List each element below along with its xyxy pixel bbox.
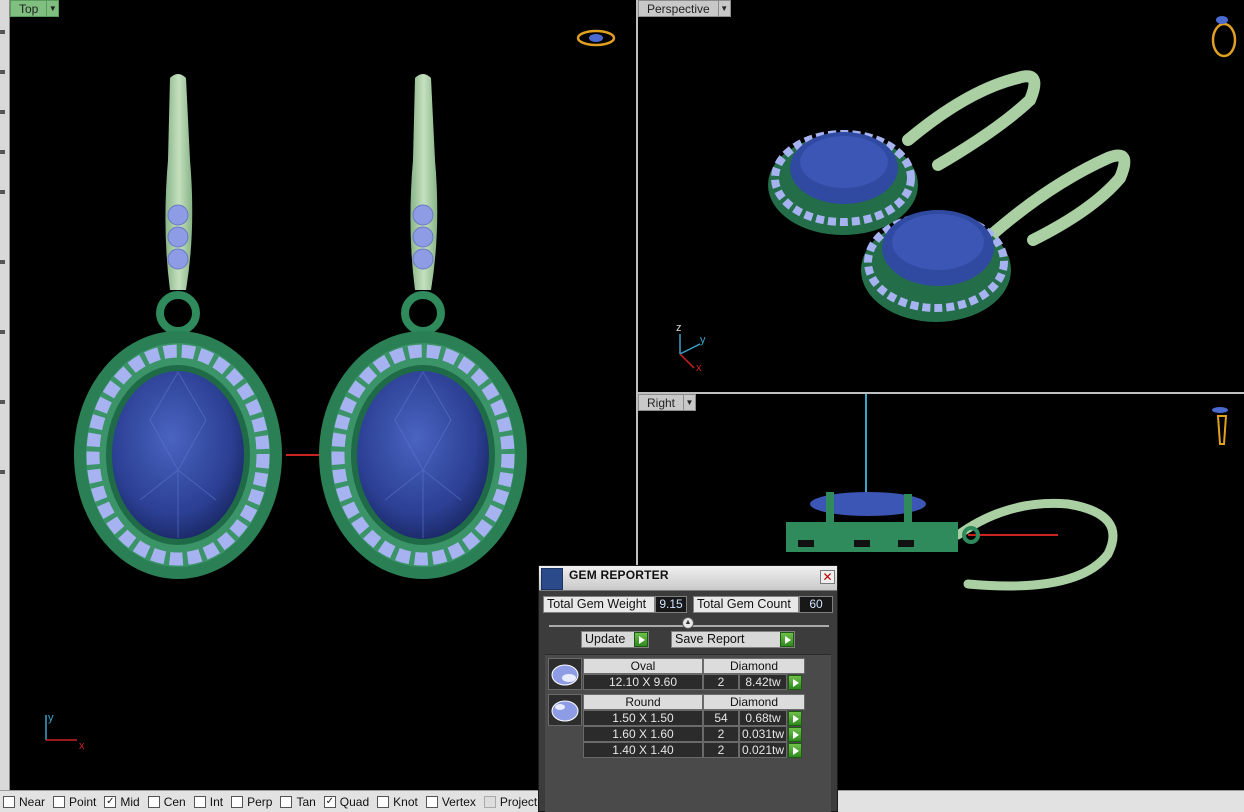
- viewport-tab-top-label: Top: [10, 0, 48, 17]
- rhino-workspace: Top ▼ y x Perspective ▼ z y x Right ▼ Ne…: [0, 0, 1244, 812]
- total-gem-count-label: Total Gem Count: [693, 596, 799, 613]
- update-button-label: Update: [585, 632, 626, 646]
- osnap-knot[interactable]: Knot: [377, 795, 418, 809]
- total-gem-weight-label: Total Gem Weight: [543, 596, 655, 613]
- gem-count-cell: 2: [703, 742, 739, 758]
- viewport-perspective[interactable]: Perspective ▼ z y x: [638, 0, 1244, 392]
- total-gem-weight-value: 9.15: [655, 596, 687, 613]
- osnap-label: Tan: [296, 794, 316, 809]
- group-2-shape: Round: [583, 694, 703, 710]
- close-icon[interactable]: ✕: [820, 570, 835, 584]
- round-gem-icon: [548, 694, 582, 726]
- checkbox[interactable]: [53, 795, 66, 808]
- axis-x-label: x: [696, 362, 702, 374]
- osnap-label: Cen: [163, 794, 186, 809]
- chevron-down-icon[interactable]: ▼: [684, 394, 697, 411]
- gem-reporter-logo-icon: [541, 568, 563, 590]
- osnap-label: Mid: [120, 794, 140, 809]
- osnap-label: Vertex: [441, 794, 476, 809]
- checkbox[interactable]: [147, 795, 160, 808]
- checkbox[interactable]: [483, 795, 496, 808]
- earring-perspective-1: [768, 130, 918, 235]
- select-gem-row-icon[interactable]: [788, 727, 802, 742]
- gem-reporter-title: GEM REPORTER: [569, 568, 669, 582]
- osnap-label: Int: [209, 794, 224, 809]
- save-report-button[interactable]: Save Report: [671, 631, 795, 648]
- gem-weight-cell: 8.42tw: [739, 674, 787, 690]
- chevron-up-icon[interactable]: ▲: [682, 617, 694, 629]
- osnap-label: Point: [69, 794, 97, 809]
- ring-icon: [576, 29, 616, 47]
- viewport-tab-perspective-label: Perspective: [638, 0, 719, 17]
- ring-perspective-icon: [1211, 16, 1237, 58]
- total-gem-count-value: 60: [799, 596, 833, 613]
- group-2-material: Diamond: [703, 694, 805, 710]
- osnap-perp[interactable]: Perp: [231, 795, 272, 809]
- chevron-down-icon[interactable]: ▼: [718, 0, 731, 17]
- osnap-cen[interactable]: Cen: [147, 794, 186, 809]
- osnap-label: Knot: [393, 794, 418, 809]
- update-play-icon[interactable]: [634, 632, 648, 647]
- osnap-int[interactable]: Int: [193, 794, 224, 809]
- gem-count-cell: 54: [703, 710, 739, 726]
- checkbox[interactable]: [425, 795, 438, 808]
- axis-y-label: y: [48, 712, 54, 724]
- save-report-button-label: Save Report: [675, 632, 745, 646]
- gem-reporter-panel: GEM REPORTER ✕ Total Gem Weight 9.15 Tot…: [538, 565, 838, 812]
- checkbox[interactable]: ✓: [104, 795, 117, 808]
- gem-count-cell: 2: [703, 726, 739, 742]
- gem-weight-cell: 0.68tw: [739, 710, 787, 726]
- group-1-material: Diamond: [703, 658, 805, 674]
- checkbox[interactable]: [280, 795, 293, 808]
- statusbar-right-area: [838, 790, 1244, 812]
- osnap-tan[interactable]: Tan: [280, 794, 316, 809]
- osnap-mid[interactable]: ✓ Mid: [104, 794, 140, 809]
- axis-x-label: x: [79, 740, 85, 752]
- gem-weight-cell: 0.031tw: [739, 726, 787, 742]
- viewport-tab-perspective[interactable]: Perspective ▼: [638, 0, 731, 17]
- select-gem-row-icon[interactable]: [788, 675, 802, 690]
- osnap-label: Perp: [247, 794, 273, 809]
- gem-size-cell: 12.10 X 9.60: [583, 674, 703, 690]
- gem-table: Oval Diamond 12.10 X 9.60 2 8.42tw Round…: [545, 654, 831, 812]
- osnap-near[interactable]: Near: [3, 795, 45, 809]
- earring-left: [74, 74, 282, 579]
- osnap-label: Quad: [339, 794, 370, 809]
- osnap-label: Near: [19, 794, 46, 809]
- earring-right-icon: [1212, 407, 1228, 445]
- viewport-tab-right-label: Right: [638, 394, 685, 411]
- left-toolbar-strip[interactable]: [0, 0, 10, 790]
- checkbox[interactable]: [231, 795, 244, 808]
- gem-size-cell: 1.50 X 1.50: [583, 710, 703, 726]
- gem-size-cell: 1.60 X 1.60: [583, 726, 703, 742]
- osnap-quad[interactable]: ✓ Quad: [323, 794, 370, 809]
- gem-size-cell: 1.40 X 1.40: [583, 742, 703, 758]
- osnap-label: Project: [499, 794, 538, 809]
- gem-weight-cell: 0.021tw: [739, 742, 787, 758]
- oval-gem-icon: [548, 658, 582, 690]
- viewport-tab-right[interactable]: Right ▼: [638, 394, 697, 411]
- group-1-shape: Oval: [583, 658, 703, 674]
- checkbox[interactable]: [193, 795, 206, 808]
- checkbox[interactable]: ✓: [323, 795, 336, 808]
- gem-count-cell: 2: [703, 674, 739, 690]
- checkbox[interactable]: [3, 795, 15, 808]
- select-gem-row-icon[interactable]: [788, 711, 802, 726]
- gem-reporter-titlebar[interactable]: GEM REPORTER ✕: [539, 566, 837, 591]
- perspective-view-render: [679, 16, 1237, 369]
- checkbox[interactable]: [377, 795, 390, 808]
- axis-y-label: y: [700, 334, 706, 346]
- earring-right: [319, 74, 527, 579]
- chevron-down-icon[interactable]: ▼: [47, 0, 60, 17]
- osnap-point[interactable]: Point: [53, 795, 96, 809]
- osnap-statusbar: Near Point ✓ Mid Cen Int Perp Tan ✓ Quad Knot Verte…: [0, 790, 556, 812]
- viewport-tab-top[interactable]: Top ▼: [10, 0, 60, 17]
- select-gem-row-icon[interactable]: [788, 743, 802, 758]
- osnap-vertex[interactable]: Vertex: [425, 794, 476, 809]
- save-report-play-icon[interactable]: [780, 632, 794, 647]
- axis-z-label: z: [676, 322, 682, 334]
